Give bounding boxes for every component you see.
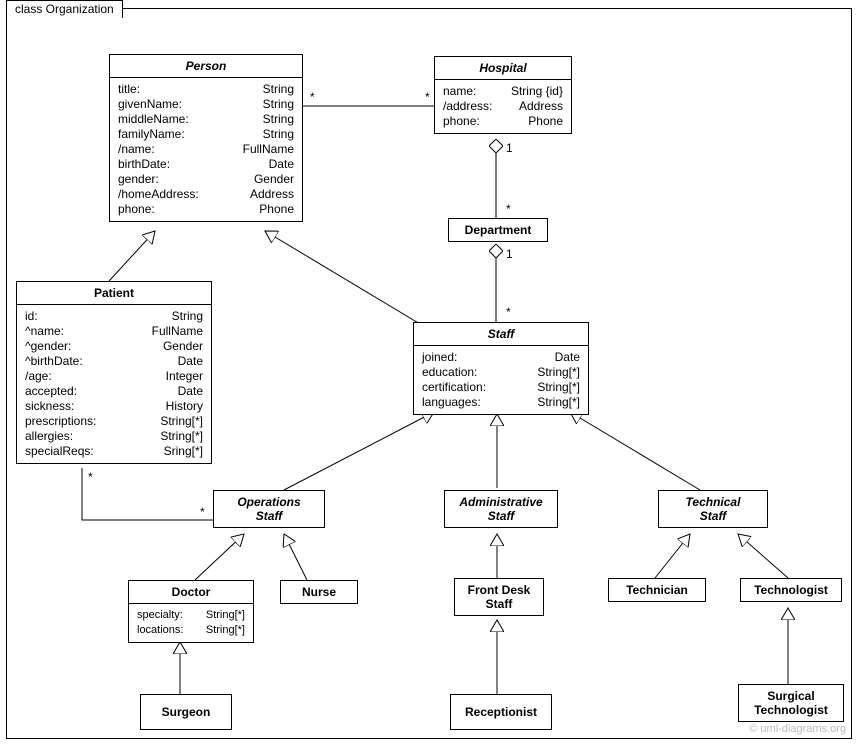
class-name: Technical Staff bbox=[659, 491, 767, 527]
class-front-desk-staff: Front Desk Staff bbox=[454, 578, 544, 616]
class-name: Technologist bbox=[741, 579, 841, 601]
class-attrs: specialty:String[*]locations:String[*] bbox=[129, 603, 253, 642]
class-name: Doctor bbox=[129, 581, 253, 603]
package-title: class Organization bbox=[6, 0, 123, 18]
class-name: Department bbox=[449, 219, 547, 241]
attr-row: /address:Address bbox=[443, 99, 563, 114]
class-technical-staff: Technical Staff bbox=[658, 490, 768, 528]
attr-row: certification:String[*] bbox=[422, 380, 580, 395]
class-staff: Staff joined:Dateeducation:String[*]cert… bbox=[413, 322, 589, 415]
attr-row: specialty:String[*] bbox=[137, 608, 245, 623]
attr-row: accepted:Date bbox=[25, 384, 203, 399]
class-name: Surgical Technologist bbox=[739, 685, 843, 721]
class-name: Staff bbox=[414, 323, 588, 345]
class-operations-staff: Operations Staff bbox=[213, 490, 325, 528]
attr-row: id:String bbox=[25, 309, 203, 324]
class-department: Department bbox=[448, 218, 548, 242]
class-attrs: joined:Dateeducation:String[*]certificat… bbox=[414, 345, 588, 414]
attr-row: prescriptions:String[*] bbox=[25, 414, 203, 429]
attr-row: gender:Gender bbox=[118, 172, 294, 187]
attr-row: /homeAddress:Address bbox=[118, 187, 294, 202]
attr-row: languages:String[*] bbox=[422, 395, 580, 410]
class-person: Person title:StringgivenName:Stringmiddl… bbox=[109, 54, 303, 222]
class-hospital: Hospital name:String {id}/address:Addres… bbox=[434, 56, 572, 134]
attr-row: sickness:History bbox=[25, 399, 203, 414]
attr-row: ^birthDate:Date bbox=[25, 354, 203, 369]
attr-row: /age:Integer bbox=[25, 369, 203, 384]
class-name: Administrative Staff bbox=[445, 491, 557, 527]
class-attrs: title:StringgivenName:StringmiddleName:S… bbox=[110, 77, 302, 221]
class-surgical-technologist: Surgical Technologist bbox=[738, 684, 844, 722]
attr-row: birthDate:Date bbox=[118, 157, 294, 172]
attr-row: /name:FullName bbox=[118, 142, 294, 157]
class-name: Person bbox=[110, 55, 302, 77]
attr-row: phone:Phone bbox=[118, 202, 294, 217]
class-patient: Patient id:String^name:FullName^gender:G… bbox=[16, 281, 212, 464]
attr-row: middleName:String bbox=[118, 112, 294, 127]
class-receptionist: Receptionist bbox=[450, 694, 552, 730]
attr-row: education:String[*] bbox=[422, 365, 580, 380]
attr-row: familyName:String bbox=[118, 127, 294, 142]
class-attrs: id:String^name:FullName^gender:Gender^bi… bbox=[17, 304, 211, 463]
attr-row: phone:Phone bbox=[443, 114, 563, 129]
class-administrative-staff: Administrative Staff bbox=[444, 490, 558, 528]
class-name: Surgeon bbox=[162, 705, 211, 719]
class-nurse: Nurse bbox=[280, 580, 358, 604]
class-technologist: Technologist bbox=[740, 578, 842, 602]
attr-row: joined:Date bbox=[422, 350, 580, 365]
attr-row: ^gender:Gender bbox=[25, 339, 203, 354]
class-surgeon: Surgeon bbox=[140, 694, 232, 730]
class-name: Nurse bbox=[281, 581, 357, 603]
class-name: Technician bbox=[609, 579, 705, 601]
class-name: Front Desk Staff bbox=[455, 579, 543, 615]
attr-row: title:String bbox=[118, 82, 294, 97]
class-doctor: Doctor specialty:String[*]locations:Stri… bbox=[128, 580, 254, 643]
watermark: © uml-diagrams.org bbox=[749, 723, 846, 735]
class-name: Hospital bbox=[435, 57, 571, 79]
attr-row: locations:String[*] bbox=[137, 623, 245, 638]
attr-row: specialReqs:Sring[*] bbox=[25, 444, 203, 459]
class-name: Patient bbox=[17, 282, 211, 304]
class-name: Operations Staff bbox=[214, 491, 324, 527]
class-attrs: name:String {id}/address:Addressphone:Ph… bbox=[435, 79, 571, 133]
attr-row: allergies:String[*] bbox=[25, 429, 203, 444]
attr-row: ^name:FullName bbox=[25, 324, 203, 339]
class-name: Receptionist bbox=[465, 705, 537, 719]
class-technician: Technician bbox=[608, 578, 706, 602]
attr-row: name:String {id} bbox=[443, 84, 563, 99]
attr-row: givenName:String bbox=[118, 97, 294, 112]
